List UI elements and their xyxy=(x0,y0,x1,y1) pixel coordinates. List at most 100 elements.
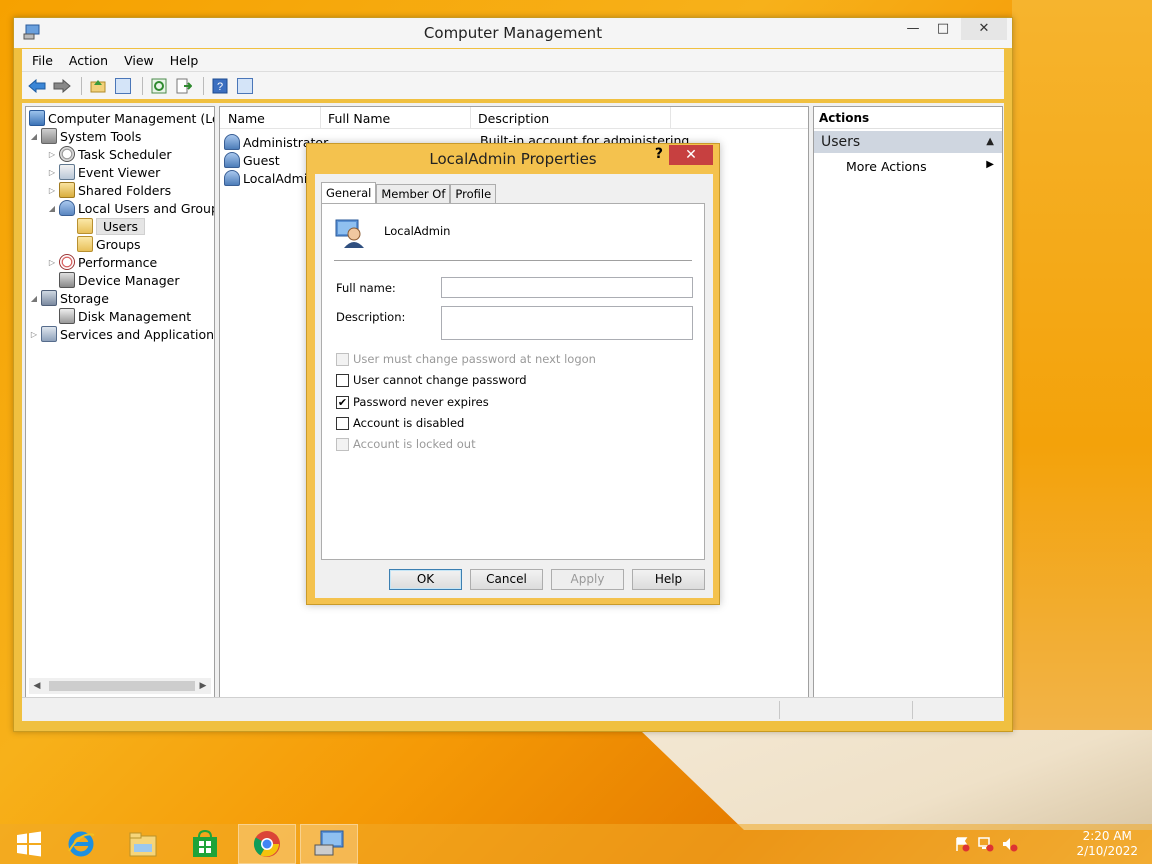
tree-item-label: Shared Folders xyxy=(78,182,172,198)
full-name-field[interactable] xyxy=(441,277,693,298)
context-help-button[interactable]: ? xyxy=(655,146,663,162)
column-header-description[interactable]: Description xyxy=(478,111,549,126)
menu-view[interactable]: View xyxy=(124,53,154,68)
toolbar-separator xyxy=(81,76,82,95)
tree-item-groups[interactable]: Groups xyxy=(76,235,141,253)
account-disabled-checkbox[interactable]: Account is disabled xyxy=(336,415,464,431)
title-bar[interactable]: Computer Management — □ ✕ xyxy=(14,18,1012,48)
table-row[interactable]: LocalAdmin xyxy=(224,169,315,187)
forward-icon[interactable] xyxy=(51,75,73,97)
back-icon[interactable] xyxy=(26,75,48,97)
clock[interactable]: 2:20 AM 2/10/2022 xyxy=(1076,829,1138,859)
must-change-password-checkbox: User must change password at next logon xyxy=(336,351,596,367)
tree-item-label: Task Scheduler xyxy=(78,146,172,162)
tree-item-label: Performance xyxy=(78,254,158,270)
column-divider[interactable] xyxy=(670,107,671,129)
user-icon xyxy=(224,152,240,168)
tree-item-local-users-and-groups[interactable]: ◢ Local Users and Groups xyxy=(46,199,214,217)
tab-member-of[interactable]: Member Of xyxy=(376,184,451,204)
taskbar-internet-explorer[interactable] xyxy=(52,824,110,864)
tab-profile[interactable]: Profile xyxy=(450,184,497,204)
column-header-full-name[interactable]: Full Name xyxy=(328,111,390,126)
collapse-arrow-icon[interactable]: ◢ xyxy=(28,294,40,303)
export-list-icon[interactable] xyxy=(173,75,195,97)
actions-section-users[interactable]: Users ▲ xyxy=(814,131,1002,153)
performance-icon xyxy=(59,254,75,270)
close-button[interactable]: ✕ xyxy=(961,18,1007,40)
scroll-left-icon[interactable]: ◀ xyxy=(29,678,45,694)
refresh-icon[interactable] xyxy=(148,75,170,97)
network-icon[interactable] xyxy=(978,836,994,852)
submenu-arrow-icon[interactable]: ▶ xyxy=(986,159,994,170)
taskbar-chrome[interactable] xyxy=(238,824,296,864)
tree-item-device-manager[interactable]: Device Manager xyxy=(58,271,180,289)
event-viewer-icon xyxy=(59,164,75,180)
expand-arrow-icon[interactable]: ▷ xyxy=(46,186,58,195)
tree-item-system-tools[interactable]: ◢ System Tools xyxy=(28,127,141,145)
column-header-name[interactable]: Name xyxy=(228,111,265,126)
password-never-expires-checkbox[interactable]: ✔ Password never expires xyxy=(336,394,489,410)
tree-item-storage[interactable]: ◢ Storage xyxy=(28,289,109,307)
expand-arrow-icon[interactable]: ▷ xyxy=(46,168,58,177)
scrollbar-thumb[interactable] xyxy=(49,681,195,691)
folder-icon xyxy=(77,218,93,234)
storage-icon xyxy=(41,290,57,306)
tree-item-label: Services and Applications xyxy=(60,326,215,342)
tree-item-event-viewer[interactable]: ▷ Event Viewer xyxy=(46,163,160,181)
menu-file[interactable]: File xyxy=(32,53,53,68)
help-button[interactable]: Help xyxy=(632,569,705,590)
tab-general[interactable]: General xyxy=(321,182,377,204)
taskbar-computer-management[interactable] xyxy=(300,824,358,864)
expand-arrow-icon[interactable]: ▷ xyxy=(46,258,58,267)
tree-item-computer-management[interactable]: Computer Management (Local) xyxy=(28,109,214,127)
checkbox-box[interactable] xyxy=(336,416,349,430)
checkbox-label[interactable]: Account is disabled xyxy=(353,416,464,430)
dialog-close-button[interactable]: ✕ xyxy=(669,145,713,165)
show-hide-action-pane-icon[interactable] xyxy=(234,75,256,97)
action-center-flag-icon[interactable] xyxy=(954,836,970,852)
checkbox-box xyxy=(336,352,349,366)
checkbox-label[interactable]: User cannot change password xyxy=(353,373,527,387)
scroll-right-icon[interactable]: ▶ xyxy=(195,678,211,694)
tree-item-services-and-applications[interactable]: ▷ Services and Applications xyxy=(28,325,215,343)
volume-muted-icon[interactable] xyxy=(1002,836,1018,852)
show-hide-tree-icon[interactable] xyxy=(112,75,134,97)
tree-item-task-scheduler[interactable]: ▷ Task Scheduler xyxy=(46,145,172,163)
column-divider[interactable] xyxy=(320,107,321,129)
description-field[interactable] xyxy=(441,306,693,340)
column-divider[interactable] xyxy=(470,107,471,129)
taskbar-store[interactable] xyxy=(176,824,234,864)
collapse-up-icon[interactable]: ▲ xyxy=(986,136,994,147)
tree-item-disk-management[interactable]: Disk Management xyxy=(58,307,191,325)
collapse-arrow-icon[interactable]: ◢ xyxy=(46,204,58,213)
cancel-button[interactable]: Cancel xyxy=(470,569,543,590)
expand-arrow-icon[interactable]: ▷ xyxy=(28,330,40,339)
checkbox-box[interactable] xyxy=(336,373,349,387)
menu-action[interactable]: Action xyxy=(69,53,108,68)
taskbar-file-explorer[interactable] xyxy=(114,824,172,864)
menu-help[interactable]: Help xyxy=(170,53,199,68)
tree-item-label: Device Manager xyxy=(78,272,180,288)
cannot-change-password-checkbox[interactable]: User cannot change password xyxy=(336,372,527,388)
start-button[interactable] xyxy=(0,824,58,864)
minimize-button[interactable]: — xyxy=(898,18,928,40)
tree-item-shared-folders[interactable]: ▷ Shared Folders xyxy=(46,181,171,199)
more-actions-link[interactable]: More Actions xyxy=(846,159,927,174)
file-explorer-icon xyxy=(129,832,157,857)
tree-item-users[interactable]: Users xyxy=(76,217,146,235)
help-icon[interactable]: ? xyxy=(209,75,231,97)
checkmark-icon[interactable]: ✔ xyxy=(336,395,349,409)
start-icon xyxy=(17,831,41,857)
tree-item-performance[interactable]: ▷ Performance xyxy=(46,253,157,271)
description-label: Description: xyxy=(336,310,406,324)
table-row[interactable]: Guest xyxy=(224,151,280,169)
checkbox-label[interactable]: Password never expires xyxy=(353,395,489,409)
up-folder-icon[interactable] xyxy=(87,75,109,97)
status-bar xyxy=(22,697,1004,721)
ok-button[interactable]: OK xyxy=(389,569,462,590)
collapse-arrow-icon[interactable]: ◢ xyxy=(28,132,40,141)
maximize-button[interactable]: □ xyxy=(928,18,958,40)
toolbar: ? xyxy=(22,71,1004,99)
tree-horizontal-scrollbar[interactable]: ◀ ▶ xyxy=(29,678,211,694)
expand-arrow-icon[interactable]: ▷ xyxy=(46,150,58,159)
